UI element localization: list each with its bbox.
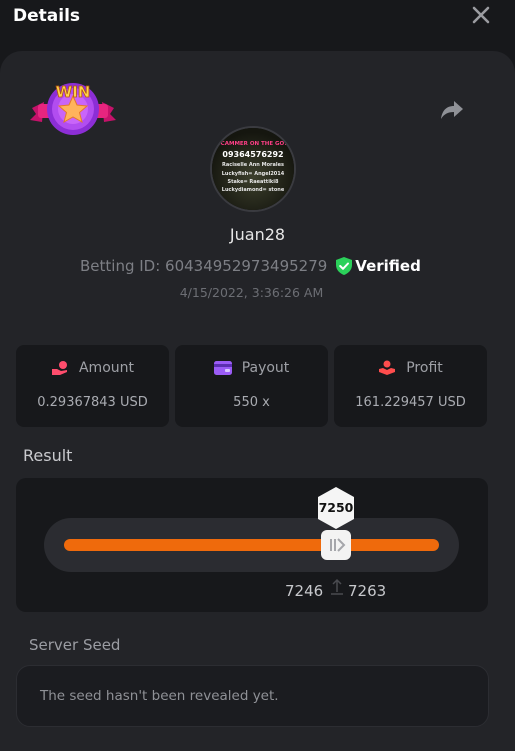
verified-shield-icon — [336, 257, 353, 275]
betting-id-row: Betting ID: 60434952973495279 Verified — [80, 255, 421, 277]
result-slider-handle[interactable] — [321, 530, 351, 560]
close-icon[interactable] — [472, 6, 490, 24]
amount-card: Amount 0.29367843 USD — [16, 345, 169, 427]
range-high-value: 7263 — [348, 582, 387, 600]
username: Juan28 — [229, 225, 286, 244]
profit-label: Profit — [406, 360, 443, 376]
amount-label: Amount — [78, 360, 134, 376]
avatar-text-line: Luckyfish= Angel2014 — [221, 171, 285, 177]
avatar-text-line: Stake= Raeattiki8 — [227, 179, 279, 185]
slider-grip-icon — [330, 538, 346, 552]
profit-value: 161.229457 USD — [355, 395, 466, 410]
svg-text:WIN: WIN — [56, 83, 91, 101]
amount-value: 0.29367843 USD — [37, 395, 148, 410]
share-icon[interactable] — [440, 97, 464, 121]
result-slider-bar — [64, 539, 439, 551]
payout-label: Payout — [241, 360, 290, 376]
avatar-text-line: Raciselle Ann Morales — [222, 162, 284, 168]
range-arrow-icon — [331, 578, 343, 595]
server-seed-label: Server Seed — [29, 636, 121, 654]
coins-hand-icon — [51, 361, 67, 375]
profit-card: Profit 161.229457 USD — [334, 345, 487, 427]
verified-label: Verified — [355, 257, 421, 275]
range-low-value: 7246 — [285, 582, 324, 600]
avatar-text-line: 09364576292 — [222, 150, 284, 159]
result-label: Result — [23, 446, 73, 465]
avatar-text-line: Luckydiamond= stone — [221, 187, 285, 193]
payout-value: 550 x — [233, 395, 270, 410]
profit-hand-icon — [379, 360, 396, 375]
server-seed-box: The seed hasn't been revealed yet. — [16, 665, 489, 727]
page-title: Details — [13, 6, 81, 26]
bet-timestamp: 4/15/2022, 3:36:26 AM — [179, 285, 324, 300]
betting-id: Betting ID: 60434952973495279 — [80, 257, 328, 275]
win-badge-icon: WIN — [30, 83, 116, 135]
avatar: SCAMMER ON THE GO!! 09364576292 Racisell… — [210, 126, 296, 212]
payout-card: Payout 550 x — [175, 345, 328, 427]
header: Details — [0, 0, 515, 40]
server-seed-text: The seed hasn't been revealed yet. — [40, 688, 279, 704]
avatar-text-line: SCAMMER ON THE GO!! — [216, 141, 290, 147]
result-value: 7250 — [318, 500, 354, 515]
wallet-icon — [213, 361, 232, 375]
